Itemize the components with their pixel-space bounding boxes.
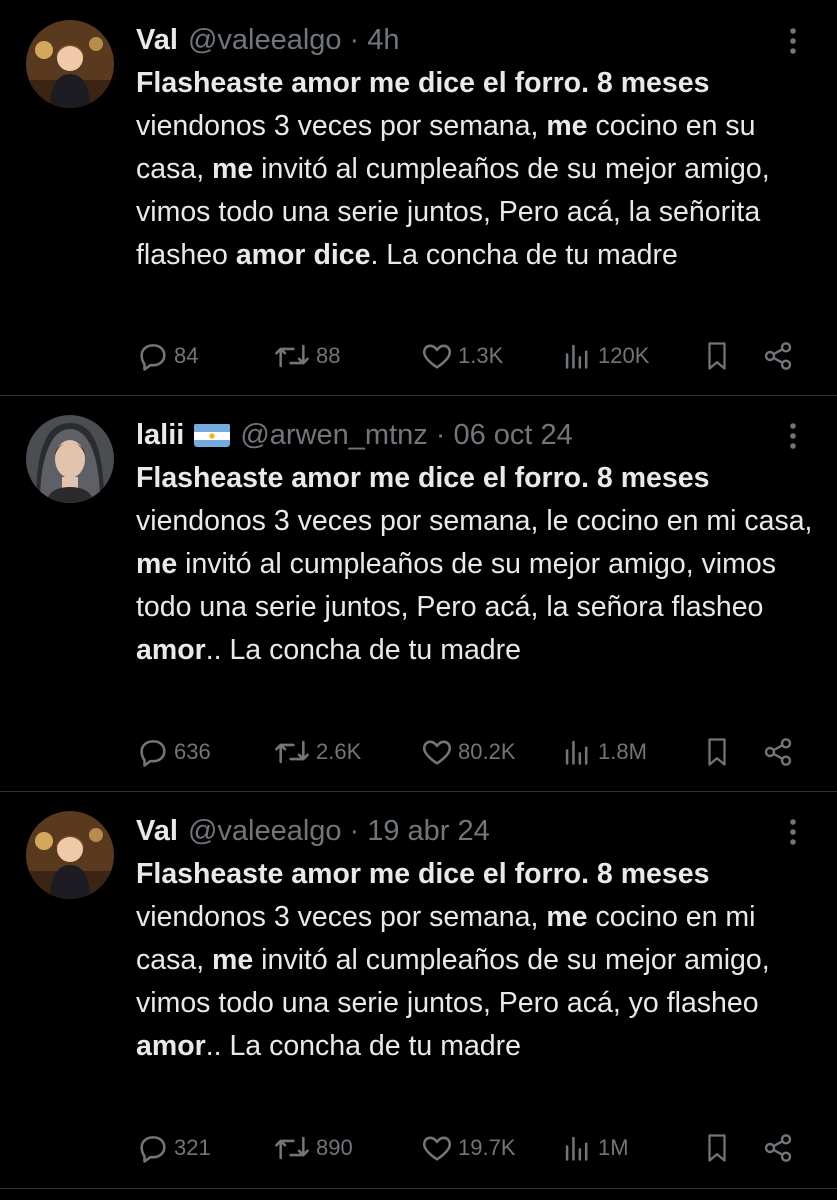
divider: [0, 395, 837, 396]
tweet-text: Flasheaste amor me dice el forro. 8 mese…: [136, 457, 816, 672]
more-options-icon[interactable]: [780, 817, 806, 847]
views-button[interactable]: 120K: [560, 336, 649, 376]
tweet-text-bold: me: [136, 548, 178, 580]
retweet-count: 2.6K: [316, 739, 362, 764]
timestamp[interactable]: 4h: [367, 24, 399, 57]
like-button[interactable]: 19.7K: [420, 1128, 516, 1168]
author-name[interactable]: Val: [136, 24, 178, 57]
action-bar: 84 88 1.3K 120K: [136, 336, 806, 376]
timestamp[interactable]: 19 abr 24: [367, 815, 490, 848]
bar-chart-icon: [565, 1136, 588, 1161]
author-handle[interactable]: @arwen_mtnz: [240, 419, 427, 452]
retweet-count: 890: [316, 1135, 353, 1160]
like-button[interactable]: 80.2K: [420, 732, 516, 772]
tweet[interactable]: Val @valeealgo · 19 abr 24 Flasheaste am…: [0, 811, 837, 1183]
tweet-text-segment: .. La concha de tu madre: [205, 634, 521, 666]
retweet-arrows-icon: [275, 1136, 309, 1160]
like-count: 1.3K: [458, 343, 504, 368]
more-options-icon[interactable]: [780, 421, 806, 451]
bookmark-button[interactable]: [702, 336, 732, 376]
action-bar: 321 890 19.7K 1M: [136, 1128, 806, 1168]
like-count: 19.7K: [458, 1135, 516, 1160]
retweet-count: 88: [316, 343, 341, 368]
tweet-text: Flasheaste amor me dice el forro. 8 mese…: [136, 853, 816, 1068]
tweet-text-bold: amor dice: [235, 239, 371, 271]
tweet-text-bold: me: [546, 110, 588, 142]
reply-count: 321: [174, 1135, 211, 1160]
separator-dot: ·: [349, 23, 360, 56]
tweet-text-segment: .. La concha de tu madre: [205, 1030, 521, 1062]
retweet-arrows-icon: [275, 344, 309, 368]
reply-button[interactable]: 636: [136, 732, 211, 772]
argentina-flag-icon: [194, 423, 231, 447]
bookmark-button[interactable]: [702, 732, 732, 772]
timestamp[interactable]: 06 oct 24: [453, 419, 572, 452]
tweet-text-segment: viendonos 3 veces por semana,: [136, 901, 547, 933]
tweet-text-segment: invitó al cumpleaños de su mejor amigo, …: [136, 548, 776, 623]
share-button[interactable]: [762, 732, 794, 772]
more-options-icon[interactable]: [780, 26, 806, 56]
heart-icon: [422, 740, 452, 765]
tweet-text-bold: amor: [136, 634, 206, 666]
avatar[interactable]: [26, 20, 114, 108]
view-count: 1.8M: [598, 739, 647, 764]
views-button[interactable]: 1M: [560, 1128, 629, 1168]
action-bar: 636 2.6K 80.2K 1.8M: [136, 732, 806, 772]
reply-count: 636: [174, 739, 211, 764]
bar-chart-icon: [565, 740, 588, 765]
avatar[interactable]: [26, 811, 114, 899]
author-handle[interactable]: @valeealgo: [188, 815, 342, 848]
share-icon: [764, 738, 792, 766]
bookmark-icon: [708, 1134, 726, 1162]
author-handle[interactable]: @valeealgo: [188, 24, 342, 57]
tweet-text-bold: amor: [136, 1030, 206, 1062]
speech-bubble-icon: [140, 1136, 166, 1163]
tweet[interactable]: lalii @arwen_mtnz · 06 oct 24 Flasheaste…: [0, 415, 837, 787]
tweet-text-bold: Flasheaste amor me dice el forro. 8 mese…: [136, 67, 710, 99]
tweet-text-segment: viendonos 3 veces por semana, le cocino …: [136, 505, 813, 537]
divider: [0, 791, 837, 792]
separator-dot: ·: [435, 418, 446, 451]
retweet-button[interactable]: 88: [272, 336, 340, 376]
bookmark-icon: [708, 738, 726, 766]
bookmark-button[interactable]: [702, 1128, 732, 1168]
share-button[interactable]: [762, 336, 794, 376]
bar-chart-icon: [565, 344, 588, 369]
author-name[interactable]: Val: [136, 815, 178, 848]
views-button[interactable]: 1.8M: [560, 732, 647, 772]
heart-icon: [422, 344, 452, 369]
view-count: 1M: [598, 1135, 629, 1160]
retweet-arrows-icon: [275, 740, 309, 764]
tweet-text-bold: Flasheaste amor me dice el forro. 8 mese…: [136, 858, 710, 890]
tweet-text-bold: me: [546, 901, 588, 933]
reply-button[interactable]: 321: [136, 1128, 211, 1168]
reply-button[interactable]: 84: [136, 336, 198, 376]
view-count: 120K: [598, 343, 650, 368]
tweet-text-bold: me: [212, 153, 254, 185]
share-button[interactable]: [762, 1128, 794, 1168]
heart-icon: [422, 1136, 452, 1161]
like-count: 80.2K: [458, 739, 516, 764]
author-name[interactable]: lalii: [136, 419, 184, 452]
tweet-text-segment: . La concha de tu madre: [370, 239, 678, 271]
speech-bubble-icon: [140, 344, 166, 371]
tweet-text-bold: me: [212, 944, 254, 976]
share-icon: [764, 1134, 792, 1162]
share-icon: [764, 342, 792, 370]
tweet[interactable]: Val @valeealgo · 4h Flasheaste amor me d…: [0, 20, 837, 392]
avatar[interactable]: [26, 415, 114, 503]
tweet-text-bold: Flasheaste amor me dice el forro. 8 mese…: [136, 462, 710, 494]
reply-count: 84: [174, 343, 199, 368]
retweet-button[interactable]: 2.6K: [272, 732, 361, 772]
retweet-button[interactable]: 890: [272, 1128, 353, 1168]
tweet-text-segment: viendonos 3 veces por semana,: [136, 110, 547, 142]
divider: [0, 1188, 837, 1189]
tweet-text: Flasheaste amor me dice el forro. 8 mese…: [136, 62, 816, 277]
like-button[interactable]: 1.3K: [420, 336, 503, 376]
separator-dot: ·: [349, 814, 360, 847]
bookmark-icon: [708, 342, 726, 370]
speech-bubble-icon: [140, 740, 166, 767]
